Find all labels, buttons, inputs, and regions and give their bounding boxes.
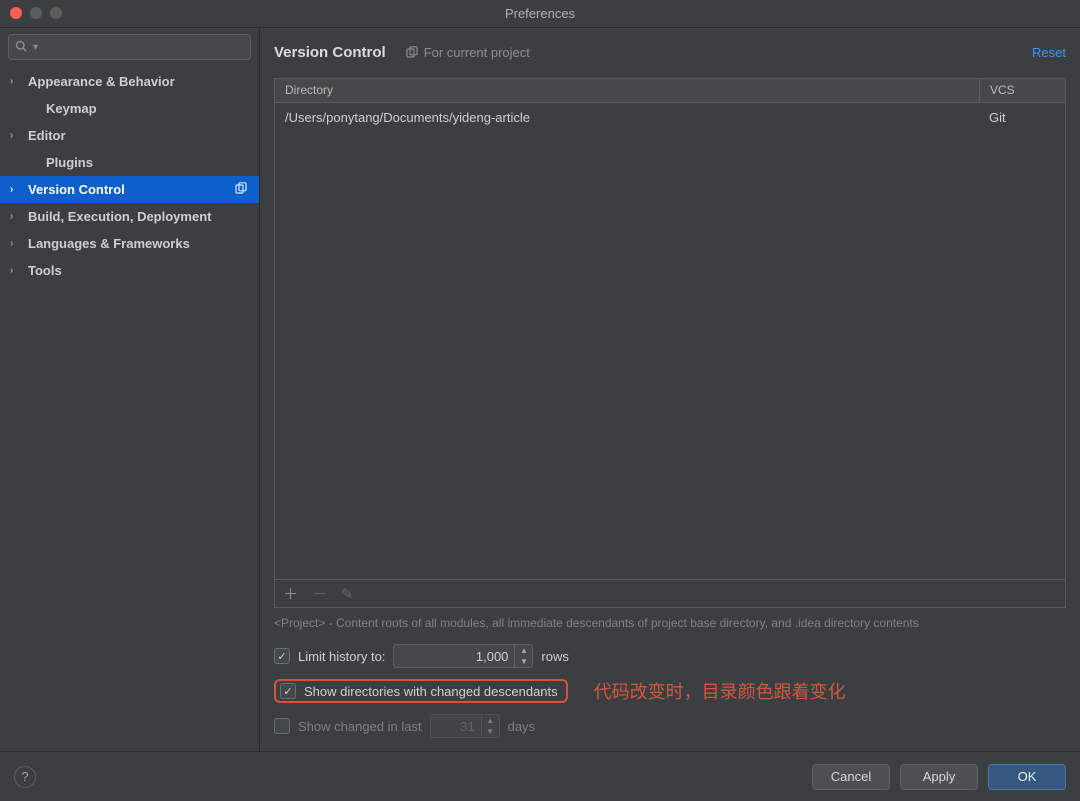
- sidebar-item-version-control[interactable]: ›Version Control: [0, 176, 259, 203]
- show-dirs-changed-checkbox[interactable]: [280, 683, 296, 699]
- sidebar-item-editor[interactable]: ›Editor: [0, 122, 259, 149]
- cell-vcs: Git: [979, 110, 1065, 125]
- main-panel: Version Control For current project Rese…: [260, 28, 1080, 751]
- table-toolbar: ＋ － ✎: [275, 579, 1065, 607]
- reset-link[interactable]: Reset: [1032, 45, 1066, 60]
- limit-history-label: Limit history to:: [298, 649, 385, 664]
- stepper-icon[interactable]: ▲▼: [514, 645, 532, 667]
- sidebar-item-tools[interactable]: ›Tools: [0, 257, 259, 284]
- project-hint-text: <Project> - Content roots of all modules…: [274, 616, 1066, 630]
- scope-label: For current project: [406, 45, 530, 60]
- show-changed-last-suffix: days: [508, 719, 535, 734]
- window-controls: [10, 7, 62, 19]
- table-row[interactable]: /Users/ponytang/Documents/yideng-article…: [275, 103, 1065, 131]
- option-limit-history: Limit history to: 1,000 ▲▼ rows: [274, 644, 1066, 668]
- sidebar-item-plugins[interactable]: ›Plugins: [0, 149, 259, 176]
- titlebar: Preferences: [0, 0, 1080, 28]
- apply-button[interactable]: Apply: [900, 764, 978, 790]
- show-dirs-changed-label: Show directories with changed descendant…: [304, 684, 558, 699]
- close-window-icon[interactable]: [10, 7, 22, 19]
- table-header: Directory VCS: [275, 79, 1065, 103]
- show-changed-last-label: Show changed in last: [298, 719, 422, 734]
- annotation-text: 代码改变时，目录颜色跟着变化: [594, 678, 846, 704]
- limit-history-suffix: rows: [541, 649, 568, 664]
- annotation-highlight-box: Show directories with changed descendant…: [274, 679, 568, 703]
- sidebar-item-keymap[interactable]: ›Keymap: [0, 95, 259, 122]
- sidebar-item-languages-frameworks[interactable]: ›Languages & Frameworks: [0, 230, 259, 257]
- limit-history-input[interactable]: 1,000 ▲▼: [393, 644, 533, 668]
- window-title: Preferences: [505, 6, 575, 21]
- sidebar-item-build-execution-deployment[interactable]: ›Build, Execution, Deployment: [0, 203, 259, 230]
- settings-tree: ›Appearance & Behavior ›Keymap ›Editor ›…: [0, 66, 259, 284]
- search-input[interactable]: ▾: [8, 34, 251, 60]
- show-changed-last-input[interactable]: 31 ▲▼: [430, 714, 500, 738]
- page-header: Version Control For current project Rese…: [274, 38, 1066, 66]
- project-scope-icon: [235, 182, 247, 197]
- option-show-changed-in-last: Show changed in last 31 ▲▼ days: [274, 714, 1066, 738]
- option-show-directories-changed: Show directories with changed descendant…: [274, 678, 1066, 704]
- show-changed-last-checkbox[interactable]: [274, 718, 290, 734]
- page-title: Version Control: [274, 44, 386, 61]
- ok-button[interactable]: OK: [988, 764, 1066, 790]
- sidebar-item-appearance-behavior[interactable]: ›Appearance & Behavior: [0, 68, 259, 95]
- cancel-button[interactable]: Cancel: [812, 764, 890, 790]
- dialog-footer: ? Cancel Apply OK: [0, 751, 1080, 801]
- remove-button[interactable]: －: [312, 583, 327, 604]
- zoom-window-icon[interactable]: [50, 7, 62, 19]
- column-directory[interactable]: Directory: [275, 79, 979, 102]
- preferences-sidebar: ▾ ›Appearance & Behavior ›Keymap ›Editor…: [0, 28, 260, 751]
- help-button[interactable]: ?: [14, 766, 36, 788]
- edit-button[interactable]: ✎: [341, 585, 354, 603]
- cell-directory: /Users/ponytang/Documents/yideng-article: [275, 110, 979, 125]
- add-button[interactable]: ＋: [283, 583, 298, 604]
- column-vcs[interactable]: VCS: [979, 79, 1065, 102]
- limit-history-checkbox[interactable]: [274, 648, 290, 664]
- stepper-icon[interactable]: ▲▼: [481, 715, 499, 737]
- vcs-directory-table: Directory VCS /Users/ponytang/Documents/…: [274, 78, 1066, 608]
- minimize-window-icon[interactable]: [30, 7, 42, 19]
- search-icon: [15, 40, 27, 55]
